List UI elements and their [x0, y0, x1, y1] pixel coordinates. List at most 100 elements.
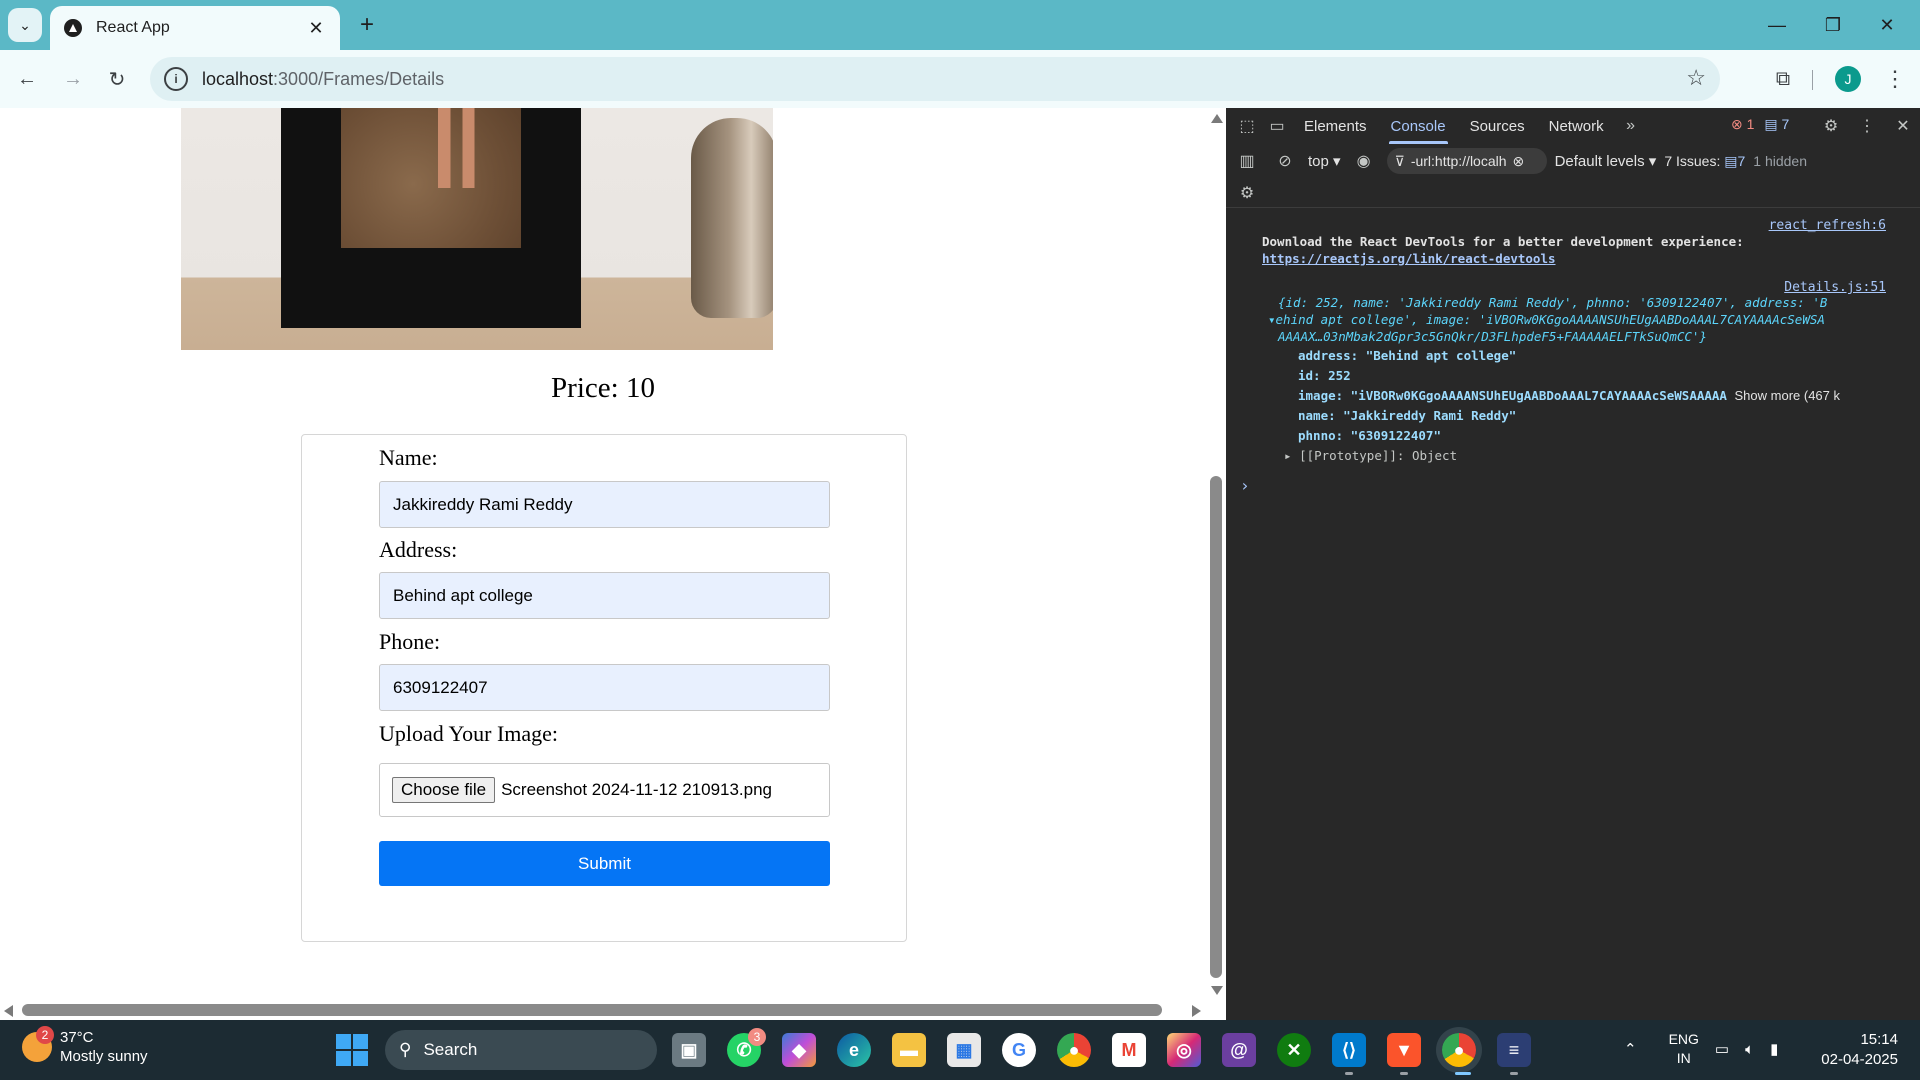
- back-arrow-icon[interactable]: ←: [10, 62, 44, 96]
- scroll-left-arrow-icon[interactable]: [4, 1005, 13, 1017]
- copilot-icon[interactable]: ◆: [782, 1033, 816, 1067]
- network-icon[interactable]: ▭: [1715, 1040, 1729, 1058]
- clear-filter-icon[interactable]: ⊗: [1513, 153, 1525, 170]
- gmail-icon[interactable]: M: [1112, 1033, 1146, 1067]
- console-settings-row: ⚙: [1226, 178, 1920, 208]
- minimize-icon[interactable]: —: [1754, 10, 1800, 40]
- file-explorer-icon[interactable]: ▬: [892, 1033, 926, 1067]
- issues-count: ▤7: [1724, 152, 1746, 169]
- scroll-right-arrow-icon[interactable]: [1192, 1005, 1201, 1017]
- tab-search-chevron-icon[interactable]: ⌄: [8, 8, 42, 42]
- taskbar-search-box[interactable]: ⚲ Search: [385, 1030, 657, 1070]
- console-prompt-chevron-icon[interactable]: ›: [1240, 476, 1250, 495]
- tab-sources[interactable]: Sources: [1458, 108, 1537, 144]
- bookmark-star-icon[interactable]: ☆: [1686, 65, 1706, 91]
- submit-button[interactable]: Submit: [379, 841, 830, 886]
- threads-icon[interactable]: @: [1222, 1033, 1256, 1067]
- choose-file-button[interactable]: Choose file: [392, 777, 496, 803]
- error-count-badge[interactable]: ⊗ 1: [1731, 116, 1754, 133]
- language-indicator[interactable]: ENG IN: [1669, 1030, 1699, 1068]
- chrome-profile-icon[interactable]: ●: [1442, 1033, 1476, 1067]
- browser-menu-kebab-icon[interactable]: ⋮: [1880, 62, 1910, 96]
- devtools-settings-gear-icon[interactable]: ⚙: [1816, 111, 1846, 141]
- selected-file-name: Screenshot 2024-11-12 210913.png: [501, 780, 773, 799]
- restore-icon[interactable]: ❐: [1810, 10, 1856, 40]
- phone-input[interactable]: 6309122407: [379, 664, 830, 711]
- tab-console[interactable]: Console: [1379, 108, 1458, 144]
- vertical-scrollbar[interactable]: [1206, 108, 1226, 1020]
- prop-address: address: "Behind apt college": [1298, 348, 1517, 363]
- object-preview-line-3[interactable]: AAAAX…03nMbak2dGpr3c5GnQkr/D3FLhpdeF5+FA…: [1278, 329, 1707, 344]
- browser-toolbar: ← → ↻ i localhost:3000/Frames/Details ☆ …: [0, 50, 1920, 108]
- console-settings-gear-icon[interactable]: ⚙: [1232, 178, 1262, 208]
- chrome-icon[interactable]: ●: [1057, 1033, 1091, 1067]
- weather-widget[interactable]: 2 37°C Mostly sunny: [22, 1026, 148, 1066]
- profile-avatar[interactable]: J: [1835, 66, 1861, 92]
- new-tab-plus-icon[interactable]: +: [352, 10, 382, 40]
- file-upload-field[interactable]: Choose file Screenshot 2024-11-12 210913…: [379, 763, 830, 817]
- google-icon[interactable]: G: [1002, 1033, 1036, 1067]
- react-devtools-link[interactable]: https://reactjs.org/link/react-devtools: [1262, 251, 1556, 266]
- expand-triangle-icon[interactable]: ▾: [1268, 312, 1276, 327]
- object-preview-line-1[interactable]: {id: 252, name: 'Jakkireddy Rami Reddy',…: [1278, 295, 1827, 310]
- reload-icon[interactable]: ↻: [100, 62, 134, 96]
- extensions-puzzle-icon[interactable]: ⧉: [1766, 62, 1800, 96]
- volume-icon[interactable]: 🔈︎: [1745, 1041, 1754, 1058]
- browser-tab[interactable]: React App ✕: [50, 6, 340, 50]
- brave-icon[interactable]: ▼: [1387, 1033, 1421, 1067]
- vscode-icon[interactable]: ⟨⟩: [1332, 1033, 1366, 1067]
- issues-button[interactable]: 7 Issues: ▤7: [1664, 153, 1745, 170]
- horizontal-scrollbar[interactable]: [0, 1000, 1206, 1020]
- clear-console-icon[interactable]: ⊘: [1270, 146, 1300, 176]
- edge-icon[interactable]: e: [837, 1033, 871, 1067]
- show-more-button[interactable]: Show more (467 k: [1735, 388, 1841, 403]
- toolbar-divider: [1812, 70, 1813, 90]
- address-input[interactable]: Behind apt college: [379, 572, 830, 619]
- react-app-favicon-icon: [64, 19, 82, 37]
- microsoft-store-icon[interactable]: ▦: [947, 1033, 981, 1067]
- horizontal-scroll-thumb[interactable]: [22, 1004, 1162, 1016]
- battery-icon[interactable]: ▮: [1770, 1040, 1778, 1058]
- instagram-icon[interactable]: ◎: [1167, 1033, 1201, 1067]
- photo-frame: [281, 108, 581, 328]
- more-tabs-chevron-icon[interactable]: »: [1616, 111, 1646, 141]
- windows-start-icon[interactable]: [336, 1034, 368, 1066]
- console-sidebar-icon[interactable]: ▥: [1232, 146, 1262, 176]
- object-preview-line-2[interactable]: ▾ehind apt college', image: 'iVBORw0KGgo…: [1268, 312, 1825, 327]
- task-view-icon[interactable]: ▣: [672, 1033, 706, 1067]
- scroll-up-arrow-icon[interactable]: [1211, 114, 1223, 123]
- prop-id: id: 252: [1298, 368, 1351, 383]
- browser-tab-strip: ⌄ React App ✕ + — ❐ ✕: [0, 0, 1920, 50]
- prop-prototype[interactable]: ▸ [[Prototype]]: Object: [1284, 448, 1457, 463]
- page-viewport: Price: 10 Name: Jakkireddy Rami Reddy Ad…: [0, 108, 1226, 1020]
- devtools-close-icon[interactable]: ✕: [1888, 111, 1918, 141]
- forward-arrow-icon[interactable]: →: [56, 62, 90, 96]
- device-toolbar-icon[interactable]: ▭: [1262, 111, 1292, 141]
- devtools-menu-kebab-icon[interactable]: ⋮: [1852, 111, 1882, 141]
- close-window-icon[interactable]: ✕: [1864, 10, 1910, 40]
- source-link-react-refresh[interactable]: react_refresh:6: [1769, 218, 1886, 233]
- tab-elements[interactable]: Elements: [1292, 108, 1379, 144]
- console-filter-input[interactable]: ⊽ -url:http://localh ⊗: [1386, 148, 1547, 174]
- log-levels-dropdown[interactable]: Default levels ▾: [1555, 152, 1657, 170]
- close-tab-icon[interactable]: ✕: [306, 18, 326, 39]
- issues-label: 7 Issues:: [1664, 152, 1721, 169]
- site-info-icon[interactable]: i: [164, 67, 188, 91]
- vertical-scroll-thumb[interactable]: [1210, 476, 1222, 978]
- tab-network[interactable]: Network: [1537, 108, 1616, 144]
- live-expression-eye-icon[interactable]: ◉: [1349, 146, 1379, 176]
- xbox-icon[interactable]: ✕: [1277, 1033, 1311, 1067]
- message-count-badge[interactable]: ▤ 7: [1764, 116, 1789, 133]
- context-selector[interactable]: top ▾: [1308, 152, 1341, 170]
- address-bar[interactable]: i localhost:3000/Frames/Details ☆: [150, 57, 1720, 101]
- url-text[interactable]: localhost:3000/Frames/Details: [202, 69, 444, 90]
- console-filter-bar: ▥ ⊘ top ▾ ◉ ⊽ -url:http://localh ⊗ Defau…: [1226, 144, 1920, 178]
- inspect-element-icon[interactable]: ⬚: [1232, 111, 1262, 141]
- show-hidden-icons-chevron-icon[interactable]: ⌃: [1624, 1040, 1637, 1058]
- clock[interactable]: 15:14 02-04-2025: [1821, 1030, 1898, 1070]
- source-link-details-js[interactable]: Details.js:51: [1784, 280, 1886, 295]
- console-counts[interactable]: ⊗ 1 ▤ 7: [1731, 116, 1789, 133]
- name-input[interactable]: Jakkireddy Rami Reddy: [379, 481, 830, 528]
- scroll-down-arrow-icon[interactable]: [1211, 986, 1223, 995]
- app-launcher-icon[interactable]: ≡: [1497, 1033, 1531, 1067]
